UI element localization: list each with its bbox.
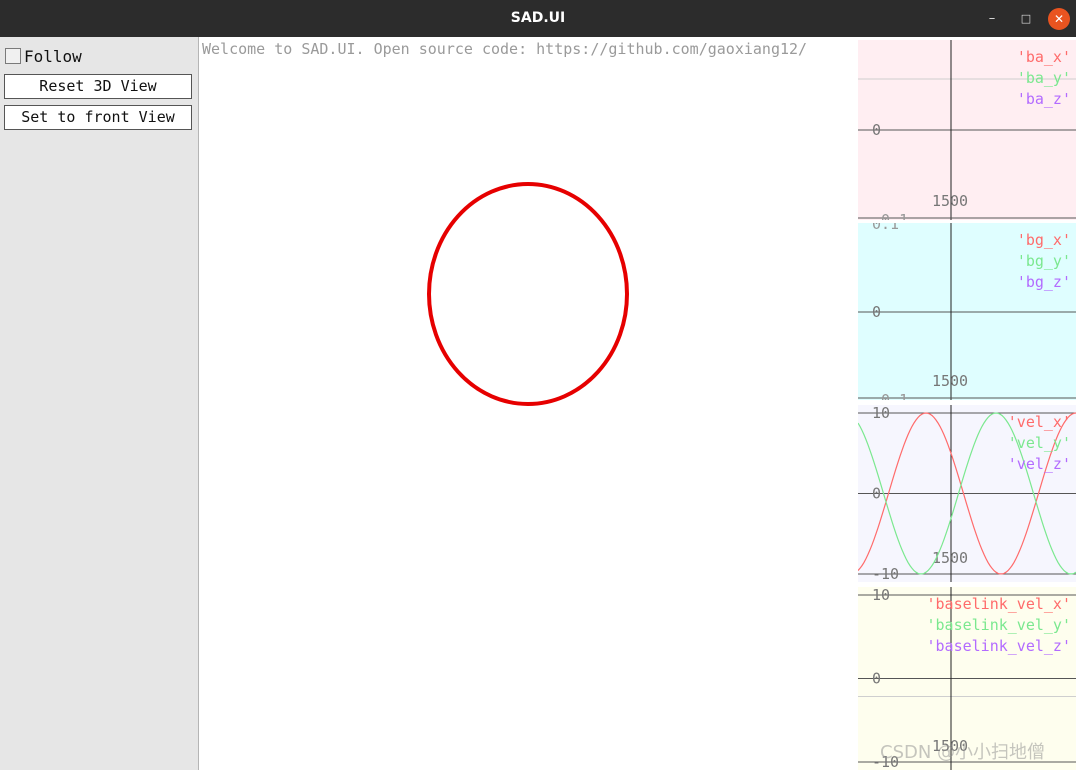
x-tick-label: 1500: [932, 192, 968, 210]
plot-bg-svg: 0 1500 0.1 -0.1 'bg_x' 'bg_y' 'bg_z': [858, 223, 1076, 400]
legend-entry: 'ba_z': [1017, 90, 1071, 108]
legend-entry: 'ba_x': [1017, 48, 1071, 66]
y-tick-label: 0: [872, 670, 881, 688]
control-panel: Follow Reset 3D View Set to front View: [0, 37, 199, 770]
y-tick-label-clipped: 0.1: [872, 223, 899, 233]
3d-viewport[interactable]: [199, 37, 858, 770]
legend-entry: 'ba_y': [1017, 69, 1071, 87]
follow-checkbox[interactable]: [5, 48, 21, 64]
y-tick-label-clipped: -0.1: [872, 211, 908, 220]
legend-entry: 'baselink_vel_z': [927, 637, 1072, 655]
y-tick-label: 0: [872, 485, 881, 503]
legend-entry: 'vel_x': [1008, 413, 1071, 431]
set-front-view-button[interactable]: Set to front View: [4, 105, 192, 130]
follow-label: Follow: [24, 46, 82, 66]
plot-bg[interactable]: 0 1500 0.1 -0.1 'bg_x' 'bg_y' 'bg_z': [858, 223, 1076, 400]
y-tick-label: 10: [872, 405, 890, 422]
plot-ba-svg: 0 1500 -0.1 'ba_x' 'ba_y' 'ba_z': [858, 40, 1076, 220]
follow-checkbox-row[interactable]: Follow: [5, 46, 82, 66]
plot-ba[interactable]: 0 1500 -0.1 'ba_x' 'ba_y' 'ba_z': [858, 40, 1076, 220]
y-tick-label: 0: [872, 121, 881, 139]
legend-entry: 'bg_z': [1017, 273, 1071, 291]
window-titlebar: SAD.UI – □ ✕: [0, 0, 1076, 37]
minimize-icon[interactable]: –: [981, 8, 1003, 30]
trajectory-ellipse: [427, 182, 629, 406]
close-icon[interactable]: ✕: [1048, 8, 1070, 30]
x-tick-label: 1500: [932, 549, 968, 567]
y-tick-label: 10: [872, 587, 890, 604]
maximize-icon[interactable]: □: [1015, 8, 1037, 30]
legend-entry: 'bg_y': [1017, 252, 1071, 270]
y-tick-label: 0: [872, 303, 881, 321]
welcome-text: Welcome to SAD.UI. Open source code: htt…: [202, 40, 808, 58]
watermark-text: CSDN @小小扫地僧: [880, 742, 1046, 763]
trajectory-canvas: [427, 182, 629, 406]
plot-vel[interactable]: 10 0 -10 1500 'vel_x' 'vel_y' 'vel_z': [858, 405, 1076, 582]
plots-column: 0 1500 -0.1 'ba_x' 'ba_y' 'ba_z' 0 1500 0.1 -0.1…: [858, 37, 1076, 770]
legend-entry: 'baselink_vel_x': [927, 595, 1072, 613]
y-tick-label: -10: [872, 565, 899, 582]
window-title: SAD.UI: [510, 10, 566, 26]
legend-entry: 'baselink_vel_y': [927, 616, 1072, 634]
plot-vel-svg: 10 0 -10 1500 'vel_x' 'vel_y' 'vel_z': [858, 405, 1076, 582]
legend-entry: 'bg_x': [1017, 231, 1071, 249]
x-tick-label: 1500: [932, 372, 968, 390]
y-tick-label-clipped: -0.1: [872, 391, 908, 400]
legend-entry: 'vel_y': [1008, 434, 1071, 452]
reset-3d-view-button[interactable]: Reset 3D View: [4, 74, 192, 99]
legend-entry: 'vel_z': [1008, 455, 1071, 473]
